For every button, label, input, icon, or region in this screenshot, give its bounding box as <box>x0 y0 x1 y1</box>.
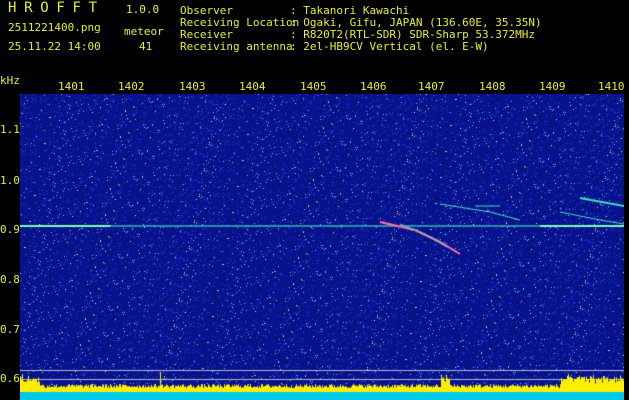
y-tick-1-1: 1.1 <box>0 123 20 136</box>
antenna-value: : 2el-HB9CV Vertical (el. E-W) <box>290 40 489 53</box>
app-title: HROFFT <box>8 0 105 16</box>
antenna-label: Receiving antenna <box>180 40 293 53</box>
app-version: 1.0.0 <box>126 3 160 16</box>
datetime: 25.11.22 14:00 <box>8 40 101 53</box>
x-tick-1401: 1401 <box>58 80 85 93</box>
y-unit-label: kHz <box>0 74 20 87</box>
y-tick-0-6: 0.6 <box>0 372 20 385</box>
x-tick-1410: 1410 <box>598 80 625 93</box>
y-tick-0-9: 0.9 <box>0 223 20 236</box>
x-tick-1405: 1405 <box>300 80 327 93</box>
x-tick-1402: 1402 <box>118 80 145 93</box>
x-tick-1406: 1406 <box>360 80 387 93</box>
x-tick-1403: 1403 <box>179 80 206 93</box>
y-tick-0-8: 0.8 <box>0 273 20 286</box>
y-tick-0-7: 0.7 <box>0 323 20 336</box>
meteor-label: meteor <box>124 25 164 38</box>
meteor-count: 41 <box>139 40 153 53</box>
x-tick-1404: 1404 <box>239 80 266 93</box>
x-tick-1408: 1408 <box>479 80 506 93</box>
spectrogram-waterfall <box>20 94 624 400</box>
filename: 2511221400.png <box>8 21 101 34</box>
x-tick-1409: 1409 <box>539 80 566 93</box>
y-tick-1-0: 1.0 <box>0 174 20 187</box>
x-tick-1407: 1407 <box>418 80 445 93</box>
